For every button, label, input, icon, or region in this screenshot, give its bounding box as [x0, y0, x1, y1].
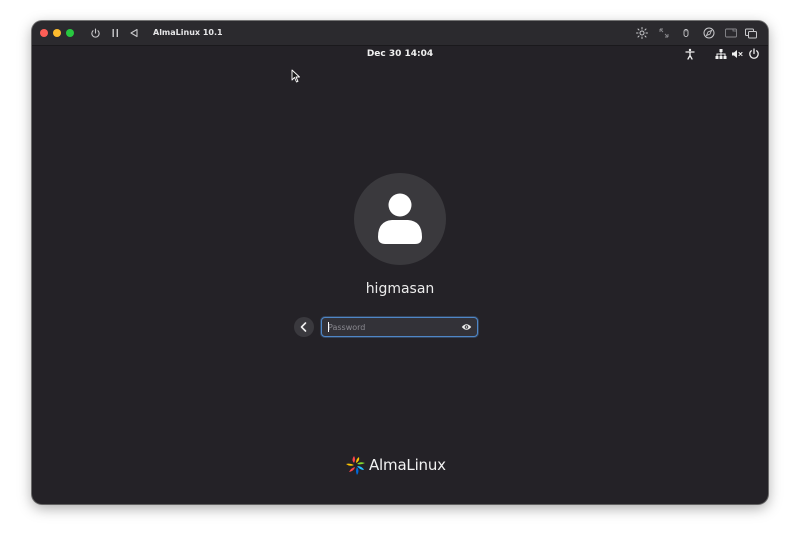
password-input[interactable]	[328, 319, 456, 335]
vm-back-button[interactable]	[128, 25, 140, 41]
mouse-pointer-icon	[291, 69, 300, 83]
user-icon	[378, 193, 422, 244]
close-window-button[interactable]	[40, 29, 48, 37]
password-field[interactable]	[321, 317, 478, 337]
clock[interactable]: Dec 30 14:04	[32, 47, 768, 61]
vm-pause-button[interactable]	[109, 25, 121, 41]
accessibility-icon[interactable]	[684, 48, 696, 60]
almalinux-logo-icon	[346, 456, 365, 475]
almalinux-logo: AlmaLinux	[345, 453, 457, 477]
vm-power-button[interactable]	[88, 25, 102, 41]
user-avatar	[354, 173, 446, 265]
back-button[interactable]	[294, 317, 314, 337]
volume-muted-icon[interactable]	[731, 48, 743, 60]
resize-icon[interactable]	[657, 26, 671, 40]
text-caret	[328, 322, 329, 332]
display-icon[interactable]	[724, 26, 738, 40]
vm-window: AlmaLinux 10.1 Dec 30 14:04 higmasan Alm…	[32, 21, 768, 504]
minimize-window-button[interactable]	[53, 29, 61, 37]
brightness-icon[interactable]	[635, 26, 649, 40]
power-icon[interactable]	[748, 48, 760, 60]
back-triangle-icon	[130, 28, 138, 38]
windows-icon[interactable]	[744, 26, 758, 40]
chevron-left-icon	[300, 322, 307, 332]
power-icon	[90, 28, 100, 38]
vm-titlebar: AlmaLinux 10.1	[32, 21, 768, 46]
network-icon[interactable]	[715, 48, 727, 60]
reveal-password-eye-icon[interactable]	[461, 322, 472, 332]
compass-icon[interactable]	[702, 26, 716, 40]
mouse-icon[interactable]	[679, 26, 693, 40]
vm-title: AlmaLinux 10.1	[153, 28, 223, 37]
pause-icon	[112, 29, 118, 37]
zoom-window-button[interactable]	[66, 29, 74, 37]
username-label: higmasan	[365, 281, 435, 297]
brand-name: AlmaLinux	[369, 456, 446, 474]
